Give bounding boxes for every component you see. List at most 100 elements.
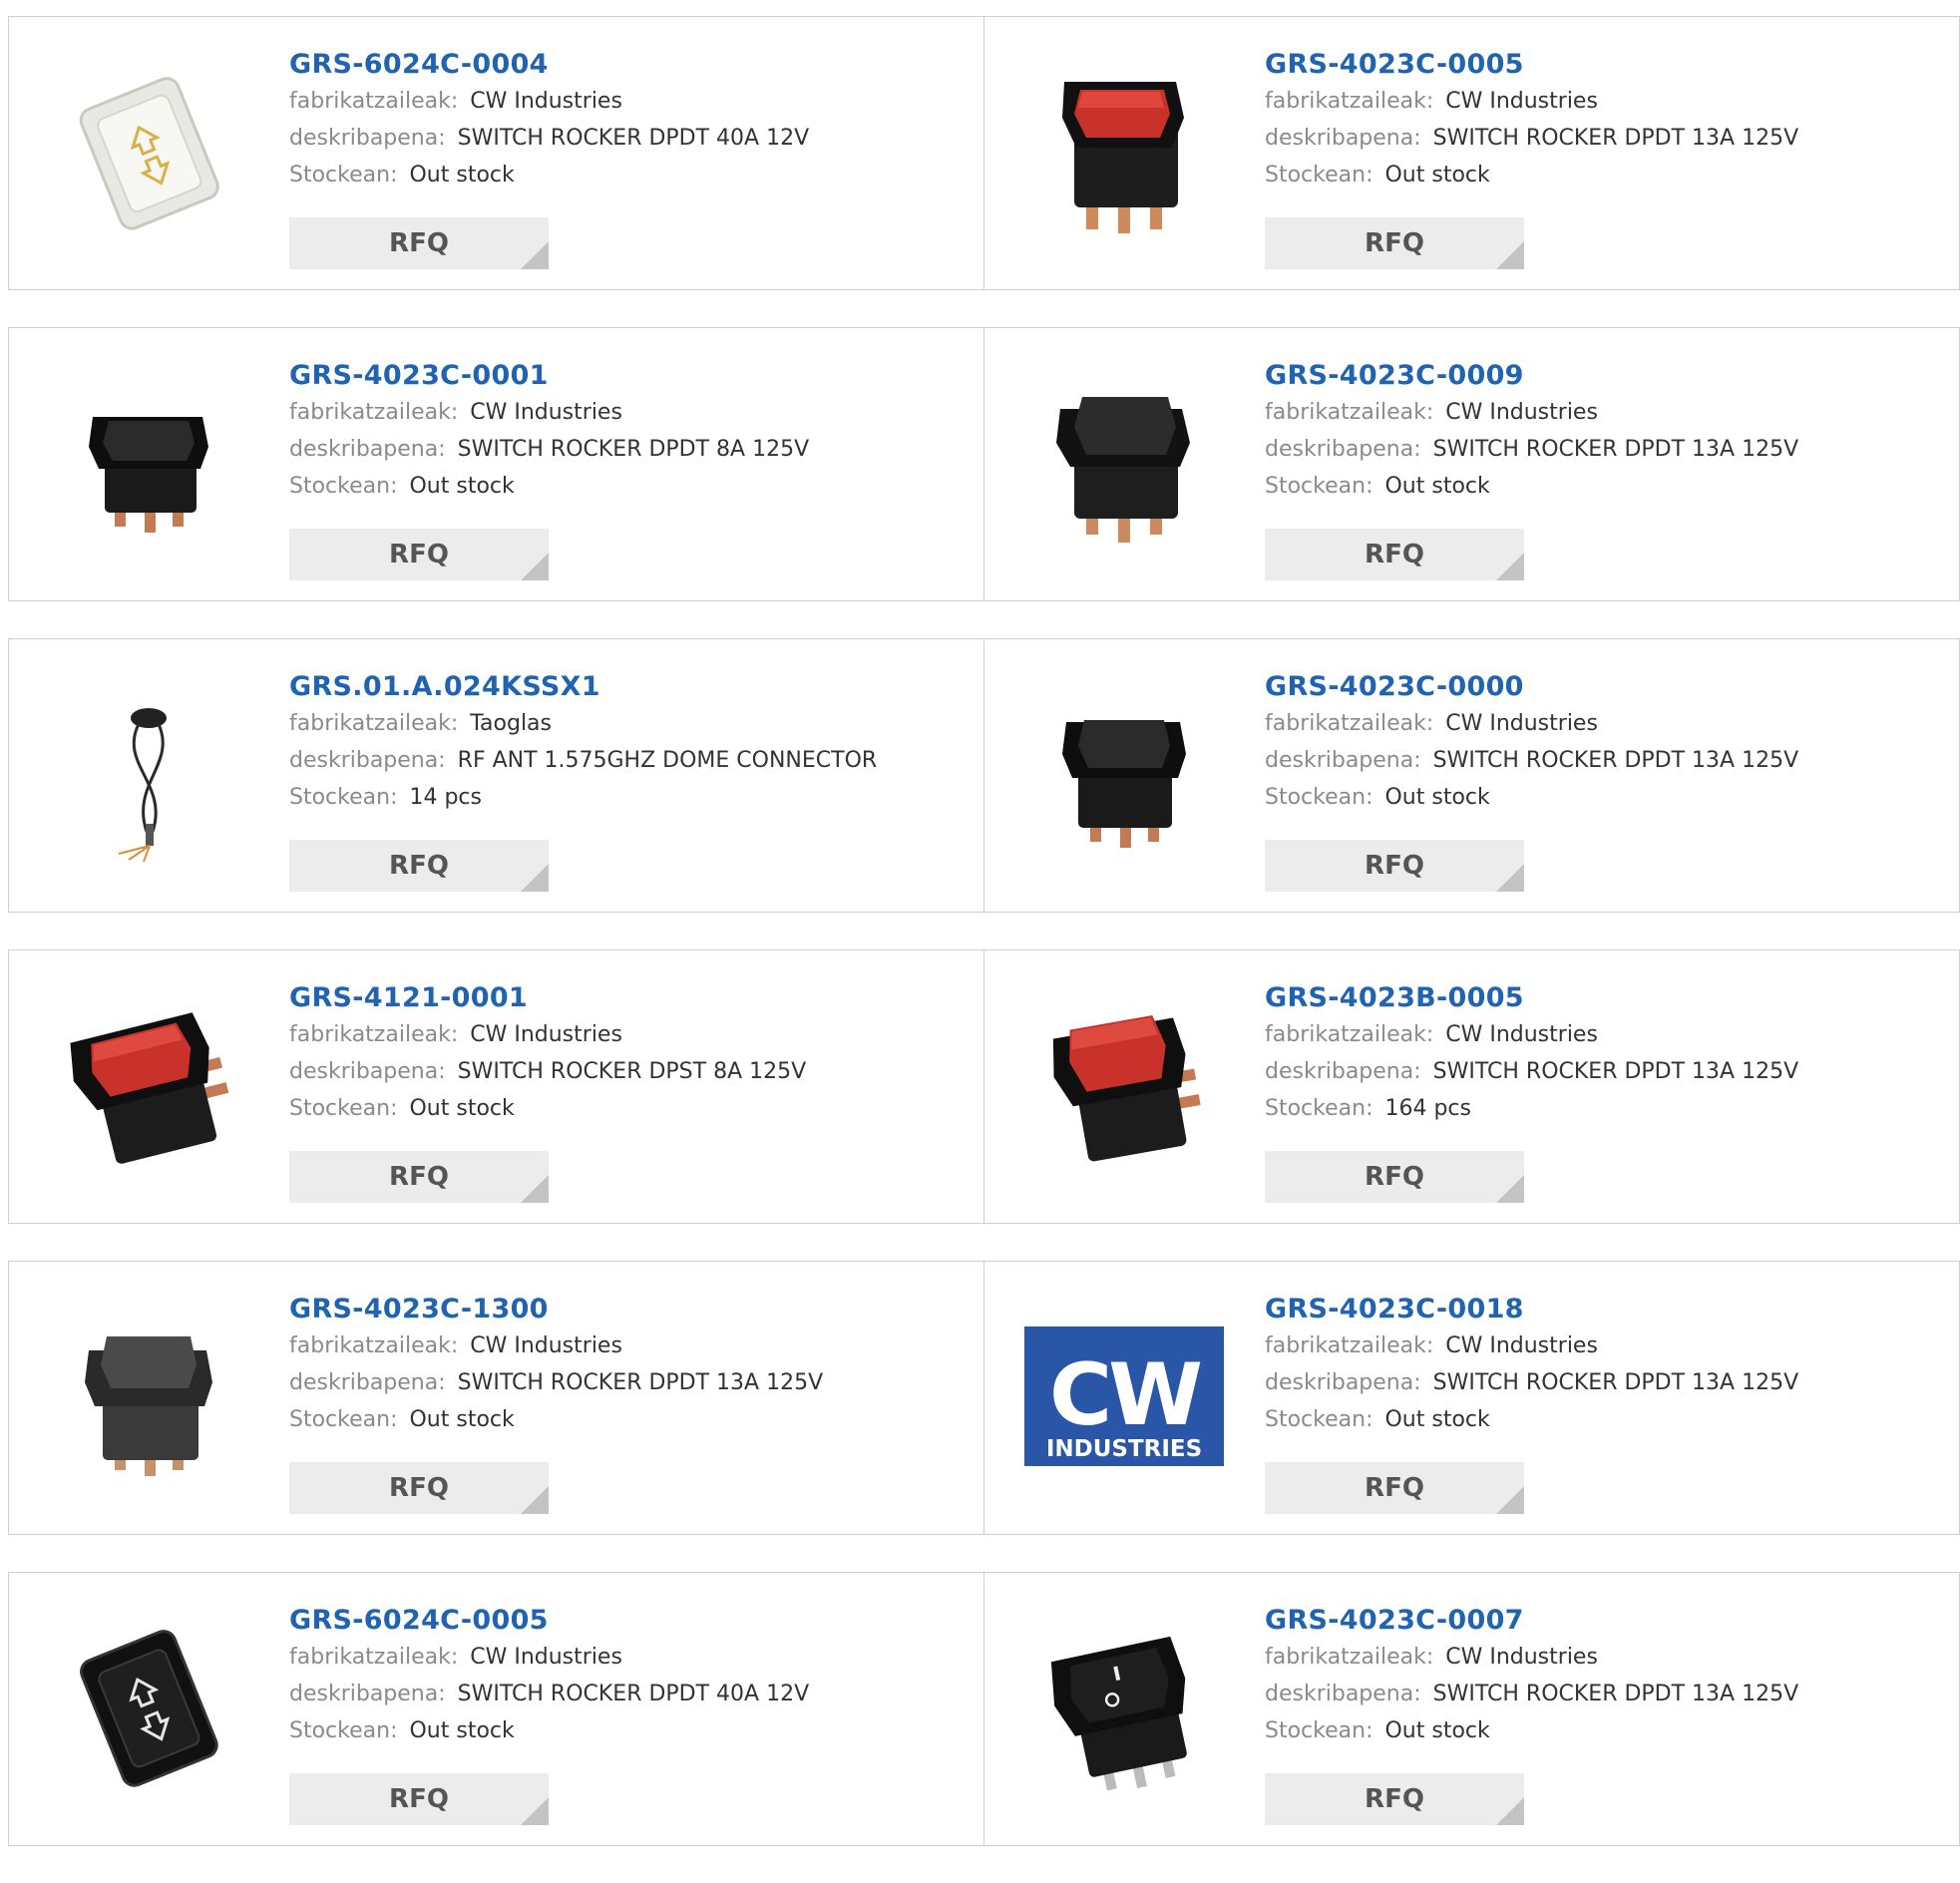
description-label: deskribapena:	[289, 1059, 446, 1084]
product-row: GRS-6024C-0005 fabrikatzaileak: CW Indust…	[8, 1572, 1960, 1846]
manufacturer-value: CW Industries	[1445, 1022, 1598, 1047]
part-number-link[interactable]: GRS-4023C-0018	[1265, 1292, 1939, 1327]
product-card: GRS-4023C-1300 fabrikatzaileak: CW Indust…	[8, 1261, 984, 1535]
product-info: GRS-4023C-0005 fabrikatzaileak: CW Indust…	[1265, 47, 1939, 193]
part-number-link[interactable]: GRS-4023C-0000	[1265, 669, 1939, 705]
red-rocker-switch-icon	[1062, 82, 1184, 233]
description-line: deskribapena: SWITCH ROCKER DPDT 40A 12V	[289, 120, 964, 157]
manufacturer-line: fabrikatzaileak: CW Industries	[1265, 1327, 1939, 1364]
product-thumbnail[interactable]	[1024, 985, 1224, 1185]
rfq-button[interactable]: RFQ	[289, 1773, 549, 1825]
manufacturer-value: CW Industries	[470, 89, 622, 114]
description-value: SWITCH ROCKER DPDT 8A 125V	[457, 437, 810, 462]
product-thumbnail[interactable]	[49, 985, 248, 1185]
manufacturer-label: fabrikatzaileak:	[1265, 711, 1434, 736]
product-thumbnail[interactable]	[1024, 52, 1224, 251]
product-info: GRS.01.A.024KSSX1 fabrikatzaileak: Taogla…	[289, 669, 964, 816]
description-label: deskribapena:	[289, 437, 446, 462]
part-number-link[interactable]: GRS-6024C-0005	[289, 1603, 964, 1639]
stock-line: Stockean: Out stock	[289, 1090, 964, 1127]
stock-value: Out stock	[409, 163, 515, 188]
manufacturer-line: fabrikatzaileak: CW Industries	[289, 1327, 964, 1364]
product-info: GRS-4023B-0005 fabrikatzaileak: CW Indust…	[1265, 980, 1939, 1127]
part-number-link[interactable]: GRS-4023C-0009	[1265, 358, 1939, 394]
product-thumbnail[interactable]	[49, 1608, 248, 1807]
corner-decoration	[1496, 1797, 1524, 1825]
dome-antenna-icon	[118, 708, 167, 863]
manufacturer-value: CW Industries	[1445, 400, 1598, 425]
stock-line: Stockean: 164 pcs	[1265, 1090, 1939, 1127]
rfq-button[interactable]: RFQ	[1265, 1462, 1524, 1514]
product-thumbnail[interactable]	[1024, 363, 1224, 563]
description-label: deskribapena:	[289, 1682, 446, 1706]
product-thumbnail[interactable]	[49, 363, 248, 563]
part-number-link[interactable]: GRS.01.A.024KSSX1	[289, 669, 964, 705]
description-label: deskribapena:	[1265, 1059, 1421, 1084]
description-value: RF ANT 1.575GHZ DOME CONNECTOR	[457, 748, 878, 773]
description-value: SWITCH ROCKER DPDT 13A 125V	[1432, 1370, 1799, 1395]
description-value: SWITCH ROCKER DPDT 13A 125V	[457, 1370, 824, 1395]
rfq-button[interactable]: RFQ	[1265, 840, 1524, 892]
manufacturer-label: fabrikatzaileak:	[1265, 89, 1434, 114]
manufacturer-value: CW Industries	[470, 1022, 622, 1047]
rfq-button[interactable]: RFQ	[1265, 217, 1524, 269]
rfq-button[interactable]: RFQ	[1265, 529, 1524, 580]
stock-value: Out stock	[1384, 163, 1490, 188]
description-line: deskribapena: RF ANT 1.575GHZ DOME CONNEC…	[289, 742, 964, 779]
product-card: GRS-6024C-0004 fabrikatzaileak: CW Indust…	[8, 16, 984, 290]
corner-decoration	[1496, 1175, 1524, 1203]
product-card: GRS-4023C-0005 fabrikatzaileak: CW Indust…	[983, 16, 1960, 290]
product-info: GRS-4023C-0007 fabrikatzaileak: CW Indust…	[1265, 1603, 1939, 1749]
rfq-button[interactable]: RFQ	[289, 1462, 549, 1514]
rfq-button[interactable]: RFQ	[289, 217, 549, 269]
stock-value: Out stock	[409, 1407, 515, 1432]
part-number-link[interactable]: GRS-4023C-0001	[289, 358, 964, 394]
product-thumbnail[interactable]	[1024, 674, 1224, 874]
description-line: deskribapena: SWITCH ROCKER DPDT 13A 125V	[1265, 431, 1939, 468]
rfq-button[interactable]: RFQ	[289, 1151, 549, 1203]
product-thumbnail[interactable]	[1024, 1608, 1224, 1807]
part-number-link[interactable]: GRS-6024C-0004	[289, 47, 964, 83]
product-card: GRS-4023C-0009 fabrikatzaileak: CW Indust…	[983, 327, 1960, 601]
part-number-link[interactable]: GRS-4023C-0007	[1265, 1603, 1939, 1639]
part-number-link[interactable]: GRS-4023C-1300	[289, 1292, 964, 1327]
stock-label: Stockean:	[289, 785, 398, 810]
description-value: SWITCH ROCKER DPDT 13A 125V	[1432, 1682, 1799, 1706]
product-thumbnail[interactable]	[49, 674, 248, 874]
description-line: deskribapena: SWITCH ROCKER DPDT 13A 125V	[1265, 1364, 1939, 1401]
manufacturer-label: fabrikatzaileak:	[1265, 1645, 1434, 1670]
product-thumbnail[interactable]: CW INDUSTRIES	[1024, 1297, 1224, 1496]
manufacturer-line: fabrikatzaileak: CW Industries	[289, 394, 964, 431]
stock-value: Out stock	[1384, 1407, 1490, 1432]
rfq-button-label: RFQ	[1365, 1162, 1424, 1192]
white-window-switch-icon	[79, 77, 219, 230]
product-card: GRS.01.A.024KSSX1 fabrikatzaileak: Taogla…	[8, 638, 984, 913]
rfq-button-label: RFQ	[1365, 540, 1424, 569]
stock-label: Stockean:	[1265, 163, 1373, 188]
description-line: deskribapena: SWITCH ROCKER DPDT 13A 125V	[1265, 1676, 1939, 1712]
manufacturer-line: fabrikatzaileak: CW Industries	[289, 1639, 964, 1676]
part-number-link[interactable]: GRS-4023B-0005	[1265, 980, 1939, 1016]
rfq-button[interactable]: RFQ	[289, 529, 549, 580]
stock-label: Stockean:	[1265, 1096, 1373, 1121]
manufacturer-label: fabrikatzaileak:	[289, 1333, 459, 1358]
stock-line: Stockean: Out stock	[1265, 779, 1939, 816]
rfq-button[interactable]: RFQ	[1265, 1773, 1524, 1825]
description-label: deskribapena:	[289, 126, 446, 151]
description-value: SWITCH ROCKER DPDT 40A 12V	[457, 1682, 810, 1706]
description-line: deskribapena: SWITCH ROCKER DPDT 40A 12V	[289, 1676, 964, 1712]
rfq-button[interactable]: RFQ	[1265, 1151, 1524, 1203]
manufacturer-value: CW Industries	[470, 1645, 622, 1670]
corner-decoration	[521, 553, 549, 580]
stock-line: Stockean: Out stock	[289, 157, 964, 193]
corner-decoration	[521, 1175, 549, 1203]
product-card: GRS-4121-0001 fabrikatzaileak: CW Industr…	[8, 949, 984, 1224]
product-thumbnail[interactable]	[49, 1297, 248, 1496]
product-thumbnail[interactable]	[49, 52, 248, 251]
corner-decoration	[521, 1797, 549, 1825]
product-row: GRS-6024C-0004 fabrikatzaileak: CW Indust…	[8, 16, 1960, 290]
manufacturer-line: fabrikatzaileak: CW Industries	[1265, 1016, 1939, 1053]
rfq-button[interactable]: RFQ	[289, 840, 549, 892]
part-number-link[interactable]: GRS-4121-0001	[289, 980, 964, 1016]
part-number-link[interactable]: GRS-4023C-0005	[1265, 47, 1939, 83]
